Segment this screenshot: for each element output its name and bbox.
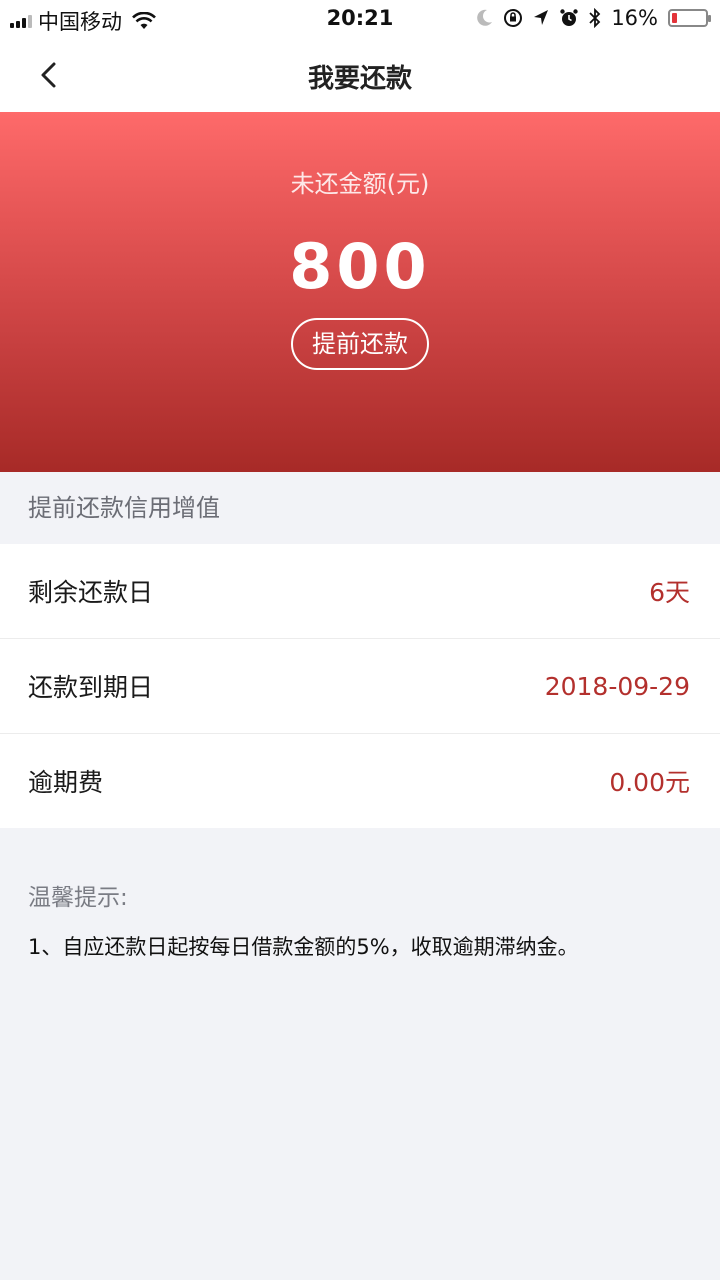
list-item-label: 还款到期日: [28, 673, 154, 702]
section-header: 提前还款信用增值: [0, 472, 720, 544]
battery-level: [672, 13, 677, 23]
list-item-overdue-fee: 逾期费 0.00元: [0, 734, 720, 828]
list-item-value: 0.00元: [609, 768, 690, 797]
status-bar-right: 16%: [477, 6, 711, 30]
outstanding-amount-banner: 未还金额(元) 800 提前还款: [0, 112, 720, 472]
prepay-button[interactable]: 提前还款: [291, 318, 429, 370]
list-item-remaining-days: 剩余还款日 6天: [0, 544, 720, 639]
tips-title: 温馨提示:: [28, 885, 128, 911]
list-item-value: 6天: [649, 578, 690, 607]
alarm-icon: [560, 9, 579, 26]
moon-icon: [477, 9, 493, 26]
list-item-label: 剩余还款日: [28, 578, 154, 607]
list-item-value: 2018-09-29: [544, 671, 690, 701]
status-bar: 中国移动 20:21 16%: [0, 0, 720, 40]
outstanding-amount-label: 未还金额(元): [290, 170, 430, 198]
repayment-details-list: 剩余还款日 6天 还款到期日 2018-09-29 逾期费 0.00元: [0, 544, 720, 828]
tip-item: 1、自应还款日起按每日借款金额的5%，收取逾期滞纳金。: [28, 935, 579, 959]
location-icon: [534, 10, 549, 25]
battery-percent: 16%: [611, 6, 658, 30]
bluetooth-icon: [589, 8, 601, 28]
tips-section: 温馨提示: 1、自应还款日起按每日借款金额的5%，收取逾期滞纳金。: [28, 878, 692, 964]
list-item-due-date: 还款到期日 2018-09-29: [0, 639, 720, 734]
navigation-bar: 我要还款: [0, 40, 720, 112]
rotation-lock-icon: [504, 9, 523, 27]
list-item-label: 逾期费: [28, 768, 104, 797]
page-title: 我要还款: [307, 64, 412, 94]
battery-icon: [668, 9, 711, 27]
outstanding-amount-value: 800: [289, 230, 431, 303]
